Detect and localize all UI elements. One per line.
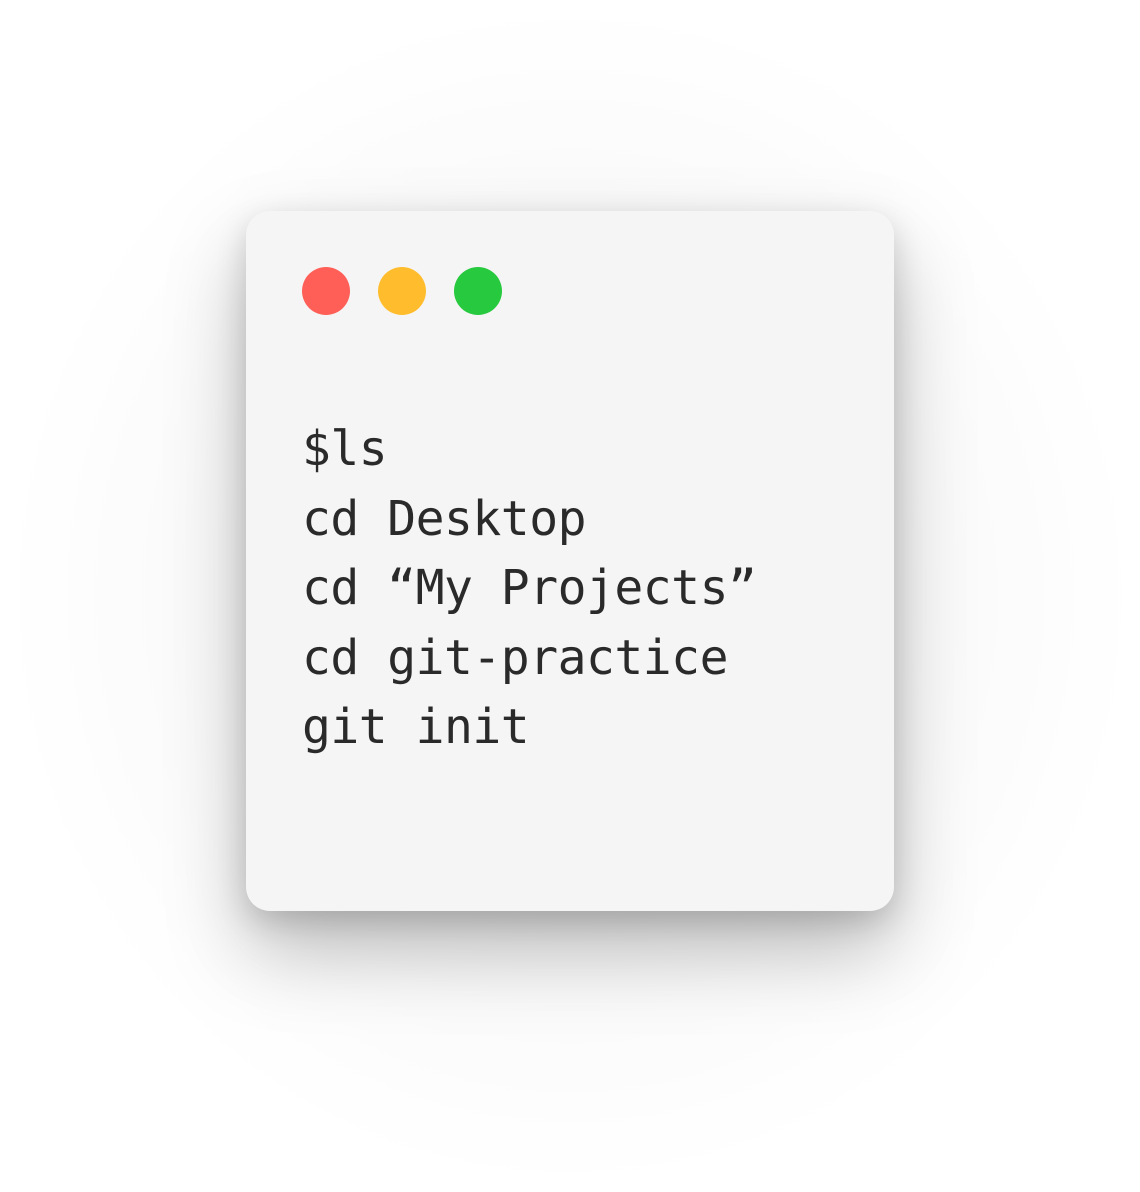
terminal-line: cd git-practice — [302, 624, 838, 694]
terminal-line: $ls — [302, 415, 838, 485]
terminal-content: $ls cd Desktop cd “My Projects” cd git-p… — [302, 415, 838, 763]
terminal-window: $ls cd Desktop cd “My Projects” cd git-p… — [246, 211, 894, 911]
terminal-line: cd Desktop — [302, 485, 838, 555]
maximize-icon[interactable] — [454, 267, 502, 315]
terminal-line: cd “My Projects” — [302, 554, 838, 624]
terminal-line: git init — [302, 693, 838, 763]
minimize-icon[interactable] — [378, 267, 426, 315]
window-controls — [302, 267, 838, 315]
close-icon[interactable] — [302, 267, 350, 315]
